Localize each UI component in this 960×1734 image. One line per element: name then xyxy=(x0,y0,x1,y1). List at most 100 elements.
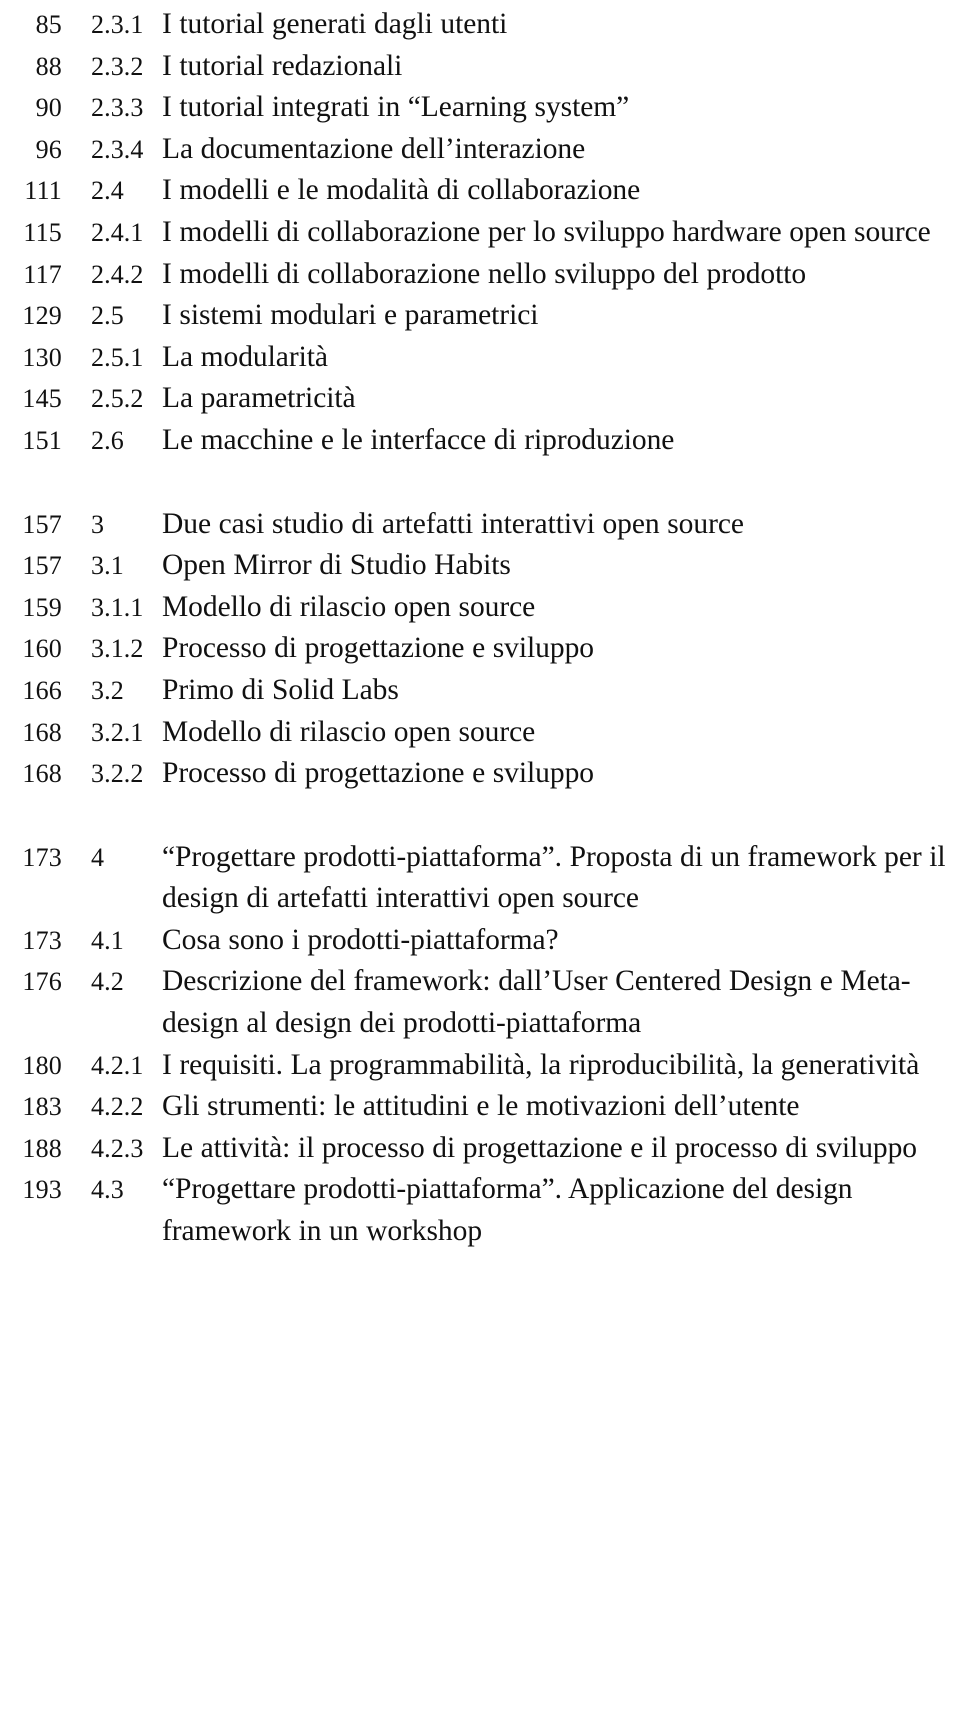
toc-section-number: 4 xyxy=(91,842,105,872)
toc-entry[interactable]: 85 2.3.1 I tutorial generati dagli utenti xyxy=(0,4,960,46)
toc-section-title[interactable]: Modello di rilascio open source xyxy=(162,587,958,629)
toc-section-title[interactable]: Gli strumenti: le attitudini e le motiva… xyxy=(162,1086,958,1128)
toc-page-number: 130 xyxy=(22,342,62,372)
toc-entry[interactable]: 188 4.2.3 Le attività: il processo di prog… xyxy=(0,1128,960,1170)
toc-section-number: 3.1.1 xyxy=(91,592,144,622)
toc-section-title[interactable]: Cosa sono i prodotti-piattaforma? xyxy=(162,920,958,962)
toc-section-title[interactable]: I modelli e le modalità di collaborazion… xyxy=(162,170,958,212)
toc-section-number: 3.1.2 xyxy=(91,634,144,664)
toc-section-title[interactable]: “Progettare prodotti-piattaforma”. Propo… xyxy=(162,837,958,920)
table-of-contents: 85 2.3.1 I tutorial generati dagli utenti 8… xyxy=(0,0,960,1253)
toc-page-number: 183 xyxy=(22,1092,62,1122)
toc-page-number: 111 xyxy=(24,176,62,206)
toc-section-title[interactable]: I tutorial generati dagli utenti xyxy=(162,4,958,46)
toc-page-number: 166 xyxy=(22,675,62,705)
toc-page-number: 157 xyxy=(22,551,62,581)
toc-section-title[interactable]: La parametricità xyxy=(162,378,958,420)
toc-page-number: 115 xyxy=(23,217,62,247)
toc-entry[interactable]: 111 2.4 I modelli e le modalità di collabo… xyxy=(0,170,960,212)
toc-section-title[interactable]: Descrizione del framework: dall’User Cen… xyxy=(162,961,958,1044)
toc-section-number: 2.5.2 xyxy=(91,384,144,414)
toc-section-number: 4.2 xyxy=(91,967,124,997)
toc-section-title[interactable]: Le macchine e le interfacce di riproduzi… xyxy=(162,420,958,462)
toc-entry[interactable]: 168 3.2.1 Modello di rilascio open source xyxy=(0,712,960,754)
toc-section-number: 2.4.2 xyxy=(91,259,144,289)
toc-page-number: 159 xyxy=(22,592,62,622)
toc-entry[interactable]: 115 2.4.1 I modelli di collaborazione per … xyxy=(0,212,960,254)
toc-section-number: 3.2.1 xyxy=(91,717,144,747)
toc-page-number: 168 xyxy=(22,759,62,789)
toc-page-number: 180 xyxy=(22,1050,62,1080)
toc-page-number: 151 xyxy=(22,425,62,455)
toc-section-title[interactable]: “Progettare prodotti-piattaforma”. Appli… xyxy=(162,1169,958,1252)
toc-entry[interactable]: 173 4.1 Cosa sono i prodotti-piattaforma? xyxy=(0,920,960,962)
toc-section-title[interactable]: I tutorial redazionali xyxy=(162,46,958,88)
toc-entry[interactable]: 130 2.5.1 La modularità xyxy=(0,337,960,379)
toc-entry[interactable]: 180 4.2.1 I requisiti. La programmabilità,… xyxy=(0,1045,960,1087)
toc-page-number: 173 xyxy=(22,842,62,872)
toc-section-number: 2.3.3 xyxy=(91,93,144,123)
toc-entry[interactable]: 183 4.2.2 Gli strumenti: le attitudini e l… xyxy=(0,1086,960,1128)
toc-section-number: 2.4.1 xyxy=(91,217,144,247)
toc-section-number: 4.2.1 xyxy=(91,1050,144,1080)
toc-section-title[interactable]: I modelli di collaborazione per lo svilu… xyxy=(162,212,958,254)
toc-section-title[interactable]: La modularità xyxy=(162,337,958,379)
toc-section-title[interactable]: Primo di Solid Labs xyxy=(162,670,958,712)
toc-section-number: 4.3 xyxy=(91,1175,124,1205)
toc-section-number: 3.1 xyxy=(91,551,124,581)
toc-entry[interactable]: 96 2.3.4 La documentazione dell’interazion… xyxy=(0,129,960,171)
toc-page-number: 157 xyxy=(22,509,62,539)
toc-page-number: 90 xyxy=(35,93,62,123)
toc-page-number: 176 xyxy=(22,967,62,997)
toc-section-title[interactable]: Processo di progettazione e sviluppo xyxy=(162,628,958,670)
toc-entry[interactable]: 173 4 “Progettare prodotti-piattaforma”. P… xyxy=(0,837,960,920)
toc-section-number: 2.3.2 xyxy=(91,51,144,81)
toc-page-number: 188 xyxy=(22,1133,62,1163)
toc-section-number: 2.4 xyxy=(91,176,124,206)
toc-entry[interactable]: 88 2.3.2 I tutorial redazionali xyxy=(0,46,960,88)
toc-entry[interactable]: 193 4.3 “Progettare prodotti-piattaforma”.… xyxy=(0,1169,960,1252)
toc-page-number: 117 xyxy=(23,259,62,289)
toc-section-number: 4.2.2 xyxy=(91,1092,144,1122)
toc-page-number: 173 xyxy=(22,925,62,955)
toc-section-title[interactable]: La documentazione dell’interazione xyxy=(162,129,958,171)
toc-section-title[interactable]: I requisiti. La programmabilità, la ripr… xyxy=(162,1045,958,1087)
toc-page-number: 96 xyxy=(35,134,62,164)
toc-section-number: 2.5.1 xyxy=(91,342,144,372)
toc-entry[interactable]: 159 3.1.1 Modello di rilascio open source xyxy=(0,587,960,629)
toc-section-title[interactable]: Due casi studio di artefatti interattivi… xyxy=(162,504,958,546)
toc-entry[interactable]: 176 4.2 Descrizione del framework: dall’Us… xyxy=(0,961,960,1044)
toc-section-number: 2.5 xyxy=(91,301,124,331)
toc-page-number: 145 xyxy=(22,384,62,414)
toc-section-title[interactable]: Modello di rilascio open source xyxy=(162,712,958,754)
toc-page-number: 193 xyxy=(22,1175,62,1205)
toc-page-number: 160 xyxy=(22,634,62,664)
toc-section-number: 3.2.2 xyxy=(91,759,144,789)
toc-section-title[interactable]: Open Mirror di Studio Habits xyxy=(162,545,958,587)
toc-section-number: 3.2 xyxy=(91,675,124,705)
toc-page-number: 168 xyxy=(22,717,62,747)
toc-section-number: 4.2.3 xyxy=(91,1133,144,1163)
toc-entry[interactable]: 151 2.6 Le macchine e le interfacce di rip… xyxy=(0,420,960,462)
toc-entry[interactable]: 168 3.2.2 Processo di progettazione e svil… xyxy=(0,753,960,795)
toc-section-number: 2.3.1 xyxy=(91,10,144,39)
toc-section-number: 3 xyxy=(91,509,105,539)
toc-page-number: 85 xyxy=(35,10,62,39)
toc-entry[interactable]: 145 2.5.2 La parametricità xyxy=(0,378,960,420)
toc-section-title[interactable]: Le attività: il processo di progettazion… xyxy=(162,1128,958,1170)
toc-entry[interactable]: 157 3.1 Open Mirror di Studio Habits xyxy=(0,545,960,587)
toc-entry[interactable]: 166 3.2 Primo di Solid Labs xyxy=(0,670,960,712)
toc-entry[interactable]: 129 2.5 I sistemi modulari e parametrici xyxy=(0,295,960,337)
toc-entry[interactable]: 157 3 Due casi studio di artefatti interat… xyxy=(0,504,960,546)
toc-section-title[interactable]: I sistemi modulari e parametrici xyxy=(162,295,958,337)
toc-section-number: 4.1 xyxy=(91,925,124,955)
toc-entry[interactable]: 90 2.3.3 I tutorial integrati in “Learning… xyxy=(0,87,960,129)
toc-section-title[interactable]: I tutorial integrati in “Learning system… xyxy=(162,87,958,129)
toc-section-title[interactable]: I modelli di collaborazione nello svilup… xyxy=(162,254,958,296)
toc-section-title[interactable]: Processo di progettazione e sviluppo xyxy=(162,753,958,795)
toc-page-number: 129 xyxy=(22,301,62,331)
toc-section-number: 2.6 xyxy=(91,425,124,455)
toc-entry[interactable]: 160 3.1.2 Processo di progettazione e svil… xyxy=(0,628,960,670)
toc-section-number: 2.3.4 xyxy=(91,134,144,164)
toc-entry[interactable]: 117 2.4.2 I modelli di collaborazione nell… xyxy=(0,254,960,296)
